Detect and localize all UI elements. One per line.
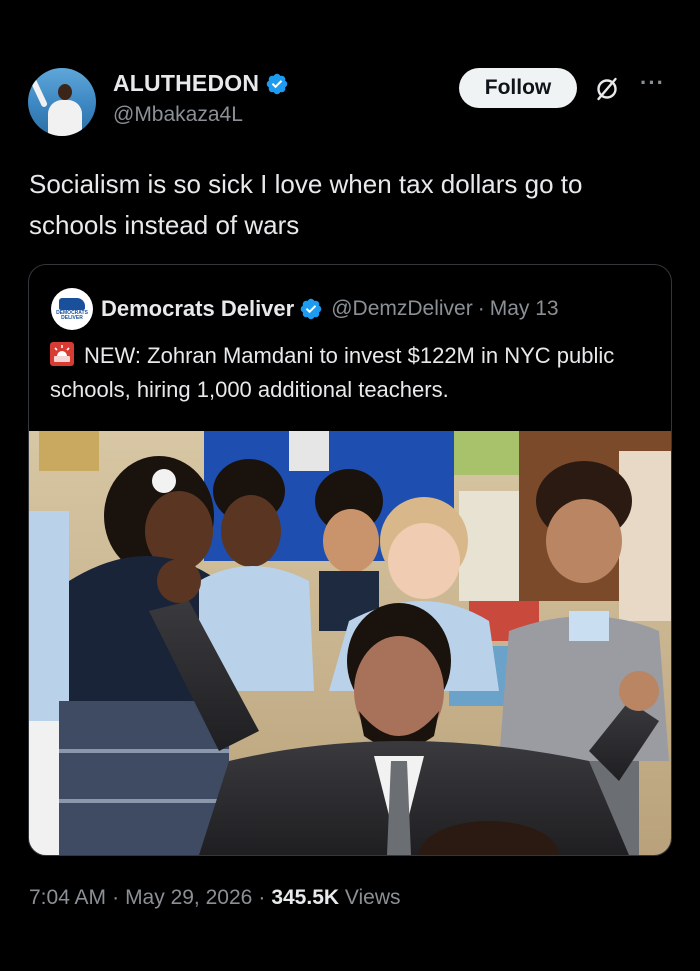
- quoted-separator: ·: [477, 297, 485, 320]
- tweet-text: Socialism is so sick I love when tax dol…: [29, 169, 583, 240]
- quoted-handle[interactable]: @DemzDeliver: [331, 297, 473, 321]
- quoted-tweet[interactable]: DEMOCRATS DELIVER Democrats Deliver @Demz…: [28, 264, 672, 856]
- post-time[interactable]: 7:04 AM: [29, 886, 106, 909]
- quoted-text-block: NEW: Zohran Mamdani to invest $122M in N…: [50, 339, 655, 407]
- quoted-verified-badge-icon: [300, 298, 322, 320]
- verified-badge-icon: [266, 73, 288, 94]
- post-date[interactable]: May 29, 2026: [125, 886, 252, 909]
- tweet-header: ALUTHEDON @Mbakaza4L Follow ···: [28, 66, 672, 138]
- author-handle[interactable]: @Mbakaza4L: [113, 103, 289, 127]
- footer-separator-1: ·: [112, 886, 120, 909]
- views-count[interactable]: 345.5K: [271, 886, 339, 909]
- grok-icon[interactable]: [594, 76, 620, 102]
- avatar-figure-arm: [29, 78, 49, 108]
- classroom-photo: [29, 431, 671, 855]
- author-name-block: ALUTHEDON @Mbakaza4L: [113, 70, 289, 127]
- wall-poster: [39, 431, 99, 471]
- more-icon[interactable]: ···: [640, 72, 672, 100]
- quoted-header: DEMOCRATS DELIVER Democrats Deliver @Demz…: [51, 287, 559, 331]
- quoted-avatar[interactable]: DEMOCRATS DELIVER: [51, 288, 93, 330]
- donkey-logo-icon: [59, 298, 85, 310]
- footer-separator-2: ·: [258, 886, 266, 909]
- author-display-name[interactable]: ALUTHEDON: [113, 70, 259, 97]
- author-avatar[interactable]: [28, 68, 96, 136]
- quoted-text: NEW: Zohran Mamdani to invest $122M in N…: [50, 343, 615, 402]
- quoted-display-name[interactable]: Democrats Deliver: [101, 296, 294, 322]
- avatar-figure-head: [58, 84, 72, 100]
- display-name-row: ALUTHEDON: [113, 70, 289, 97]
- quoted-avatar-logo-text: DEMOCRATS DELIVER: [56, 310, 88, 321]
- follow-button[interactable]: Follow: [459, 68, 577, 108]
- quoted-date[interactable]: May 13: [490, 297, 559, 321]
- siren-icon: [50, 342, 74, 366]
- quoted-photo[interactable]: [29, 431, 671, 855]
- tweet-footer: 7:04 AM · May 29, 2026 · 345.5K Views: [29, 886, 401, 910]
- views-label: Views: [344, 886, 401, 909]
- avatar-figure-body: [48, 100, 82, 136]
